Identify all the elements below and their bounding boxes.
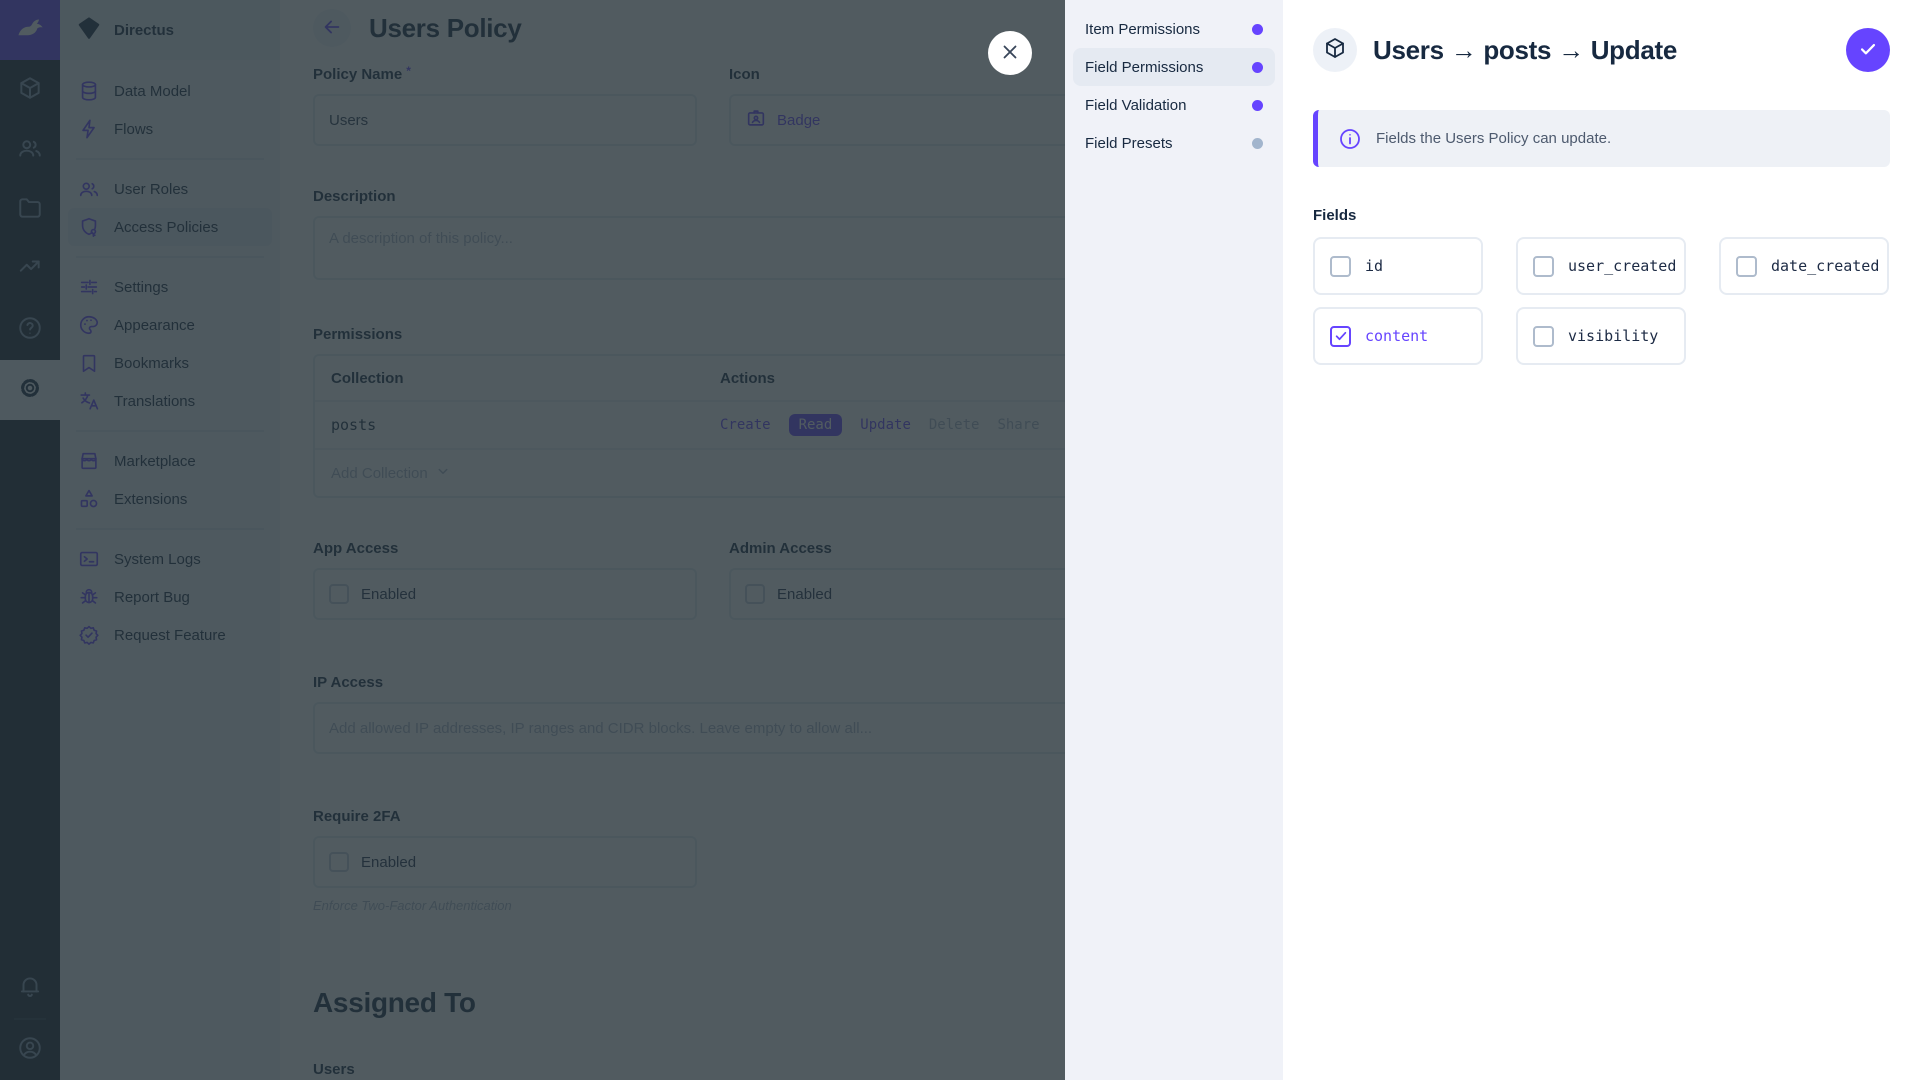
checkbox[interactable]: [1533, 255, 1554, 277]
drawer-close-button[interactable]: [988, 31, 1032, 75]
box-icon: [1323, 36, 1347, 65]
drawer-content: Users → posts → Update Fields the Users …: [1283, 0, 1920, 1080]
field-name-label: visibility: [1568, 327, 1659, 345]
field-card-id[interactable]: id: [1313, 237, 1483, 295]
drawer-tab-field-presets[interactable]: Field Presets: [1073, 124, 1275, 162]
field-card-date_created[interactable]: date_created: [1719, 237, 1889, 295]
field-name-label: content: [1365, 327, 1429, 345]
drawer-tab-field-permissions[interactable]: Field Permissions: [1073, 48, 1275, 86]
fields-section-label: Fields: [1313, 207, 1357, 224]
field-card-visibility[interactable]: visibility: [1516, 307, 1686, 365]
close-icon: [999, 41, 1021, 66]
drawer-tab-label: Field Permissions: [1085, 58, 1204, 76]
status-dot: [1252, 99, 1263, 111]
status-dot: [1252, 23, 1263, 35]
field-card-user_created[interactable]: user_created: [1516, 237, 1686, 295]
confirm-button[interactable]: [1846, 28, 1890, 72]
drawer-tab-field-validation[interactable]: Field Validation: [1073, 86, 1275, 124]
checkbox[interactable]: [1533, 325, 1554, 347]
status-dot: [1252, 61, 1263, 73]
status-dot: [1252, 137, 1263, 149]
info-banner: Fields the Users Policy can update.: [1313, 110, 1890, 167]
drawer-header: Users → posts → Update: [1313, 28, 1890, 72]
drawer-tab-label: Item Permissions: [1085, 20, 1201, 38]
drawer-nav: Item Permissions Field Permissions Field V…: [1065, 0, 1283, 1080]
checkbox[interactable]: [1736, 255, 1757, 277]
drawer-tab-label: Field Presets: [1085, 134, 1173, 152]
drawer-tab-item-permissions[interactable]: Item Permissions: [1073, 10, 1275, 48]
info-banner-text: Fields the Users Policy can update.: [1376, 130, 1612, 147]
permissions-drawer: Item Permissions Field Permissions Field V…: [1065, 0, 1920, 1080]
check-icon: [1857, 38, 1879, 63]
fields-grid: id user_created date_createdcontent visibil…: [1313, 237, 1890, 365]
app-root: Directus Data ModelFlowsUser RolesAccess…: [0, 0, 1920, 1080]
checkbox-checked[interactable]: [1330, 325, 1351, 347]
field-card-content[interactable]: content: [1313, 307, 1483, 365]
drawer-title: Users → posts → Update: [1373, 34, 1678, 65]
field-name-label: date_created: [1771, 257, 1880, 275]
drawer-tab-label: Field Validation: [1085, 96, 1187, 114]
info-icon: [1338, 127, 1362, 151]
checkbox[interactable]: [1330, 255, 1351, 277]
collection-icon-circle: [1313, 28, 1357, 72]
field-name-label: id: [1365, 257, 1384, 275]
field-name-label: user_created: [1568, 257, 1677, 275]
